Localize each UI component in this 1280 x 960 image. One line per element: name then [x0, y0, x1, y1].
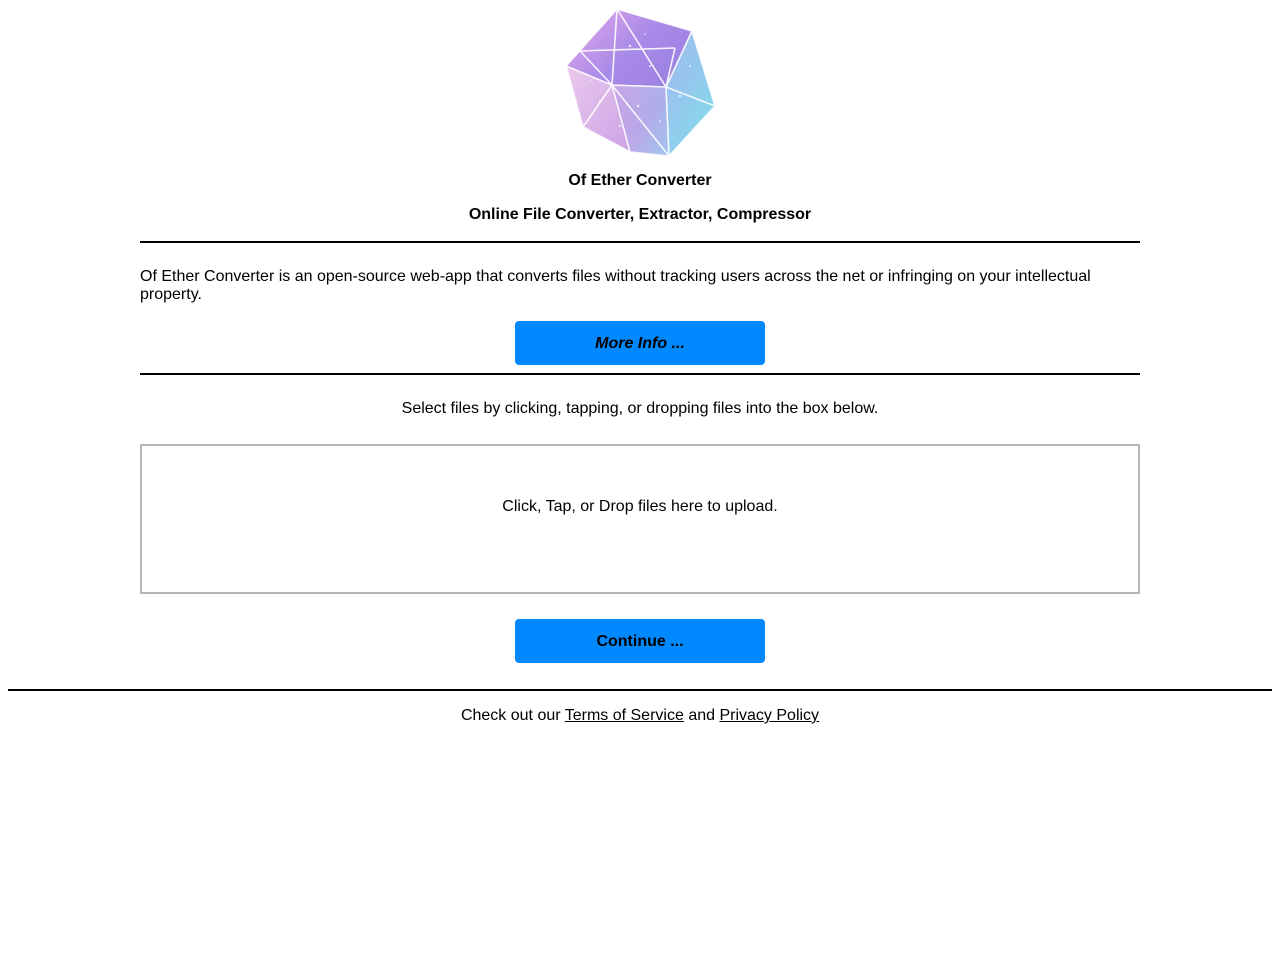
dropzone-label: Click, Tap, or Drop files here to upload… [502, 498, 778, 515]
terms-of-service-link[interactable]: Terms of Service [565, 707, 684, 724]
continue-button[interactable]: Continue ... [515, 619, 765, 663]
privacy-policy-link[interactable]: Privacy Policy [719, 707, 819, 724]
footer: Check out our Terms of Service and Priva… [0, 707, 1280, 725]
footer-prefix: Check out our [460, 707, 561, 724]
upload-instructions: Select files by clicking, tapping, or dr… [401, 400, 879, 417]
app-title: Of Ether Converter [568, 172, 712, 189]
divider-top [140, 241, 1140, 243]
intro-paragraph: Of Ether Converter is an open-source web… [140, 268, 1091, 303]
page: Of Ether Converter Online File Converter… [0, 0, 1280, 960]
divider-footer [8, 689, 1272, 691]
divider-middle [140, 373, 1140, 375]
footer-conjunction: and [688, 707, 716, 724]
app-subtitle: Online File Converter, Extractor, Compre… [468, 206, 812, 223]
file-dropzone[interactable]: Click, Tap, or Drop files here to upload… [140, 444, 1140, 594]
icosahedron-logo-icon [560, 6, 720, 158]
more-info-button[interactable]: More Info ... [515, 321, 765, 365]
